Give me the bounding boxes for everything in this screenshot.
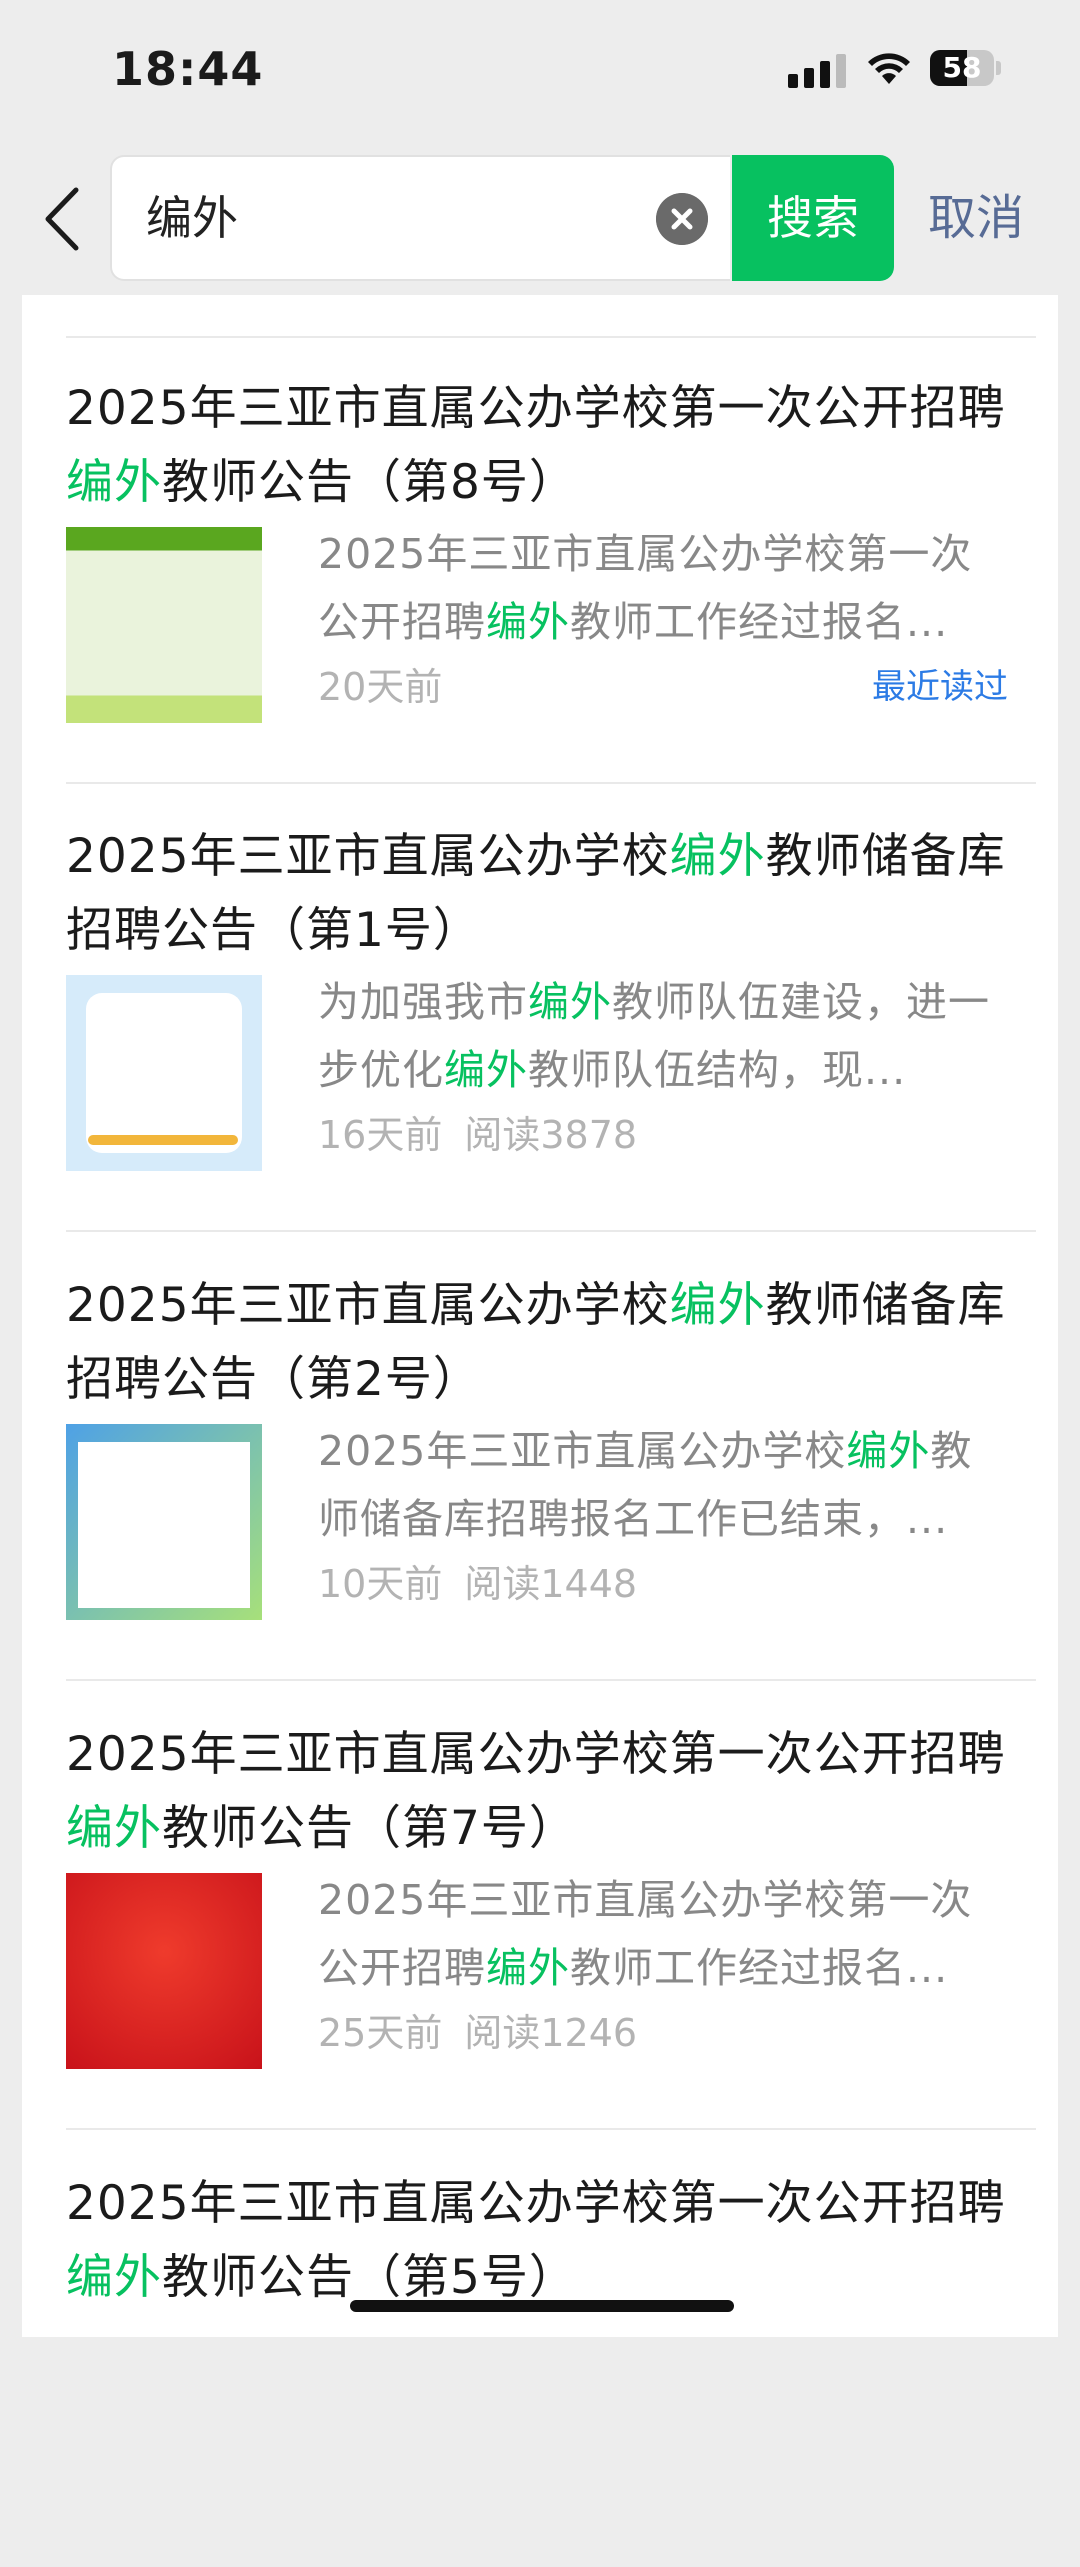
text-segment: 招聘 (909, 2176, 1006, 2231)
divider (66, 2128, 1036, 2130)
keyword-highlight: 编外 (444, 1046, 528, 1094)
cellular-signal-icon (788, 52, 846, 88)
result-time: 16天前 (318, 1113, 443, 1157)
result-meta: 16天前 阅读3878 (318, 1110, 637, 1160)
text-segment: 教师工作经过报名... (570, 598, 949, 646)
keyword-highlight: 编外 (846, 1427, 931, 1475)
result-thumbnail (66, 527, 262, 723)
status-time: 18:44 (112, 42, 264, 96)
result-title: 2025年三亚市直属公办学校第一次公开招聘编外教师公告（第5号） (66, 2167, 1016, 2315)
result-thumbnail (66, 975, 262, 1171)
text-segment: 教师公告（第7号） (162, 1801, 577, 1856)
keyword-highlight: 编外 (486, 598, 570, 646)
result-meta: 25天前 阅读1246 (318, 2008, 637, 2058)
text-segment: 2025年三亚市直属公办学校 (66, 1278, 670, 1333)
result-read-count: 阅读3878 (464, 1113, 638, 1157)
result-summary: 为加强我市编外教师队伍建设，进一步优化编外教师队伍结构，现... (318, 968, 1008, 1104)
text-segment: 2025年三亚市直属公办学校 (318, 1427, 847, 1475)
wifi-icon (868, 53, 910, 84)
search-result-item[interactable]: 2025年三亚市直属公办学校第一次公开招聘编外教师公告（第5号） (44, 2167, 1014, 2567)
result-thumbnail (66, 1424, 262, 1620)
divider (66, 1679, 1036, 1681)
text-segment: 教师工作经过报名... (570, 1944, 949, 1992)
result-summary: 2025年三亚市直属公办学校第一次公开招聘编外教师工作经过报名... (318, 520, 1008, 656)
result-summary: 2025年三亚市直属公办学校第一次公开招聘编外教师工作经过报名... (318, 1866, 1008, 2002)
text-segment: 教师公告（第5号） (162, 2250, 577, 2305)
cancel-button[interactable]: 取消 (928, 155, 1024, 281)
status-bar: 18:44 58 (0, 0, 1080, 150)
result-title: 2025年三亚市直属公办学校第一次公开招聘编外教师公告（第7号） (66, 1718, 1016, 1866)
result-time: 10天前 (318, 1562, 443, 1606)
battery-level: 58 (942, 51, 982, 84)
keyword-highlight: 编外 (66, 2250, 162, 2305)
search-query: 编外 (146, 191, 238, 245)
divider (66, 782, 1036, 784)
search-result-item[interactable]: 2025年三亚市直属公办学校编外教师储备库招聘公告（第1号） 为加强我市编外教师… (44, 820, 1014, 1220)
search-button[interactable]: 搜索 (732, 155, 894, 281)
battery-icon: 58 (930, 50, 1001, 86)
keyword-highlight: 编外 (669, 1278, 766, 1333)
keyword-highlight: 编外 (669, 829, 766, 884)
result-meta: 20天前 (318, 662, 442, 712)
text-segment: 2025年三亚市直属公办学校第一次公开 (66, 2176, 910, 2231)
result-title: 2025年三亚市直属公办学校第一次公开招聘编外教师公告（第8号） (66, 372, 1016, 520)
divider (66, 336, 1036, 338)
result-read-count: 阅读1246 (464, 2011, 638, 2055)
text-segment: 为加强我市 (318, 978, 528, 1026)
keyword-highlight: 编外 (66, 455, 162, 510)
result-meta: 10天前 阅读1448 (318, 1559, 637, 1609)
search-result-item[interactable]: 2025年三亚市直属公办学校第一次公开招聘编外教师公告（第8号） 2025年三亚… (44, 372, 1014, 772)
text-segment: 2025年三亚市直属公办学校第一次公开 (66, 1727, 910, 1782)
search-result-item[interactable]: 2025年三亚市直属公办学校编外教师储备库招聘公告（第2号） 2025年三亚市直… (44, 1269, 1014, 1669)
text-segment: 招聘 (909, 381, 1006, 436)
result-read-count: 阅读1448 (464, 1562, 638, 1606)
keyword-highlight: 编外 (486, 1944, 570, 1992)
text-segment: 教师队伍结构，现... (528, 1046, 907, 1094)
back-chevron-icon[interactable] (40, 186, 84, 252)
text-segment: 2025年三亚市直属公办学校第一次公开 (66, 381, 910, 436)
text-segment: 2025年三亚市直属公办学校 (66, 829, 670, 884)
keyword-highlight: 编外 (66, 1801, 162, 1856)
clear-icon[interactable] (656, 193, 708, 245)
recently-read-badge: 最近读过 (872, 667, 1008, 707)
search-input[interactable]: 编外 (110, 155, 730, 281)
text-segment: 招聘 (909, 1727, 1006, 1782)
divider (66, 1230, 1036, 1232)
result-title: 2025年三亚市直属公办学校编外教师储备库招聘公告（第1号） (66, 820, 1016, 968)
text-segment: 教师公告（第8号） (162, 455, 577, 510)
result-time: 25天前 (318, 2011, 443, 2055)
search-result-item[interactable]: 2025年三亚市直属公办学校第一次公开招聘编外教师公告（第7号） 2025年三亚… (44, 1718, 1014, 2118)
keyword-highlight: 编外 (528, 978, 612, 1026)
result-time: 20天前 (318, 665, 443, 709)
results-list: 2025年三亚市直属公办学校第一次公开招聘编外教师公告（第8号） 2025年三亚… (22, 295, 1058, 2337)
result-thumbnail (66, 1873, 262, 2069)
result-summary: 2025年三亚市直属公办学校编外教师储备库招聘报名工作已结束，... (318, 1417, 1008, 1553)
result-title: 2025年三亚市直属公办学校编外教师储备库招聘公告（第2号） (66, 1269, 1016, 1417)
home-indicator (350, 2300, 734, 2312)
